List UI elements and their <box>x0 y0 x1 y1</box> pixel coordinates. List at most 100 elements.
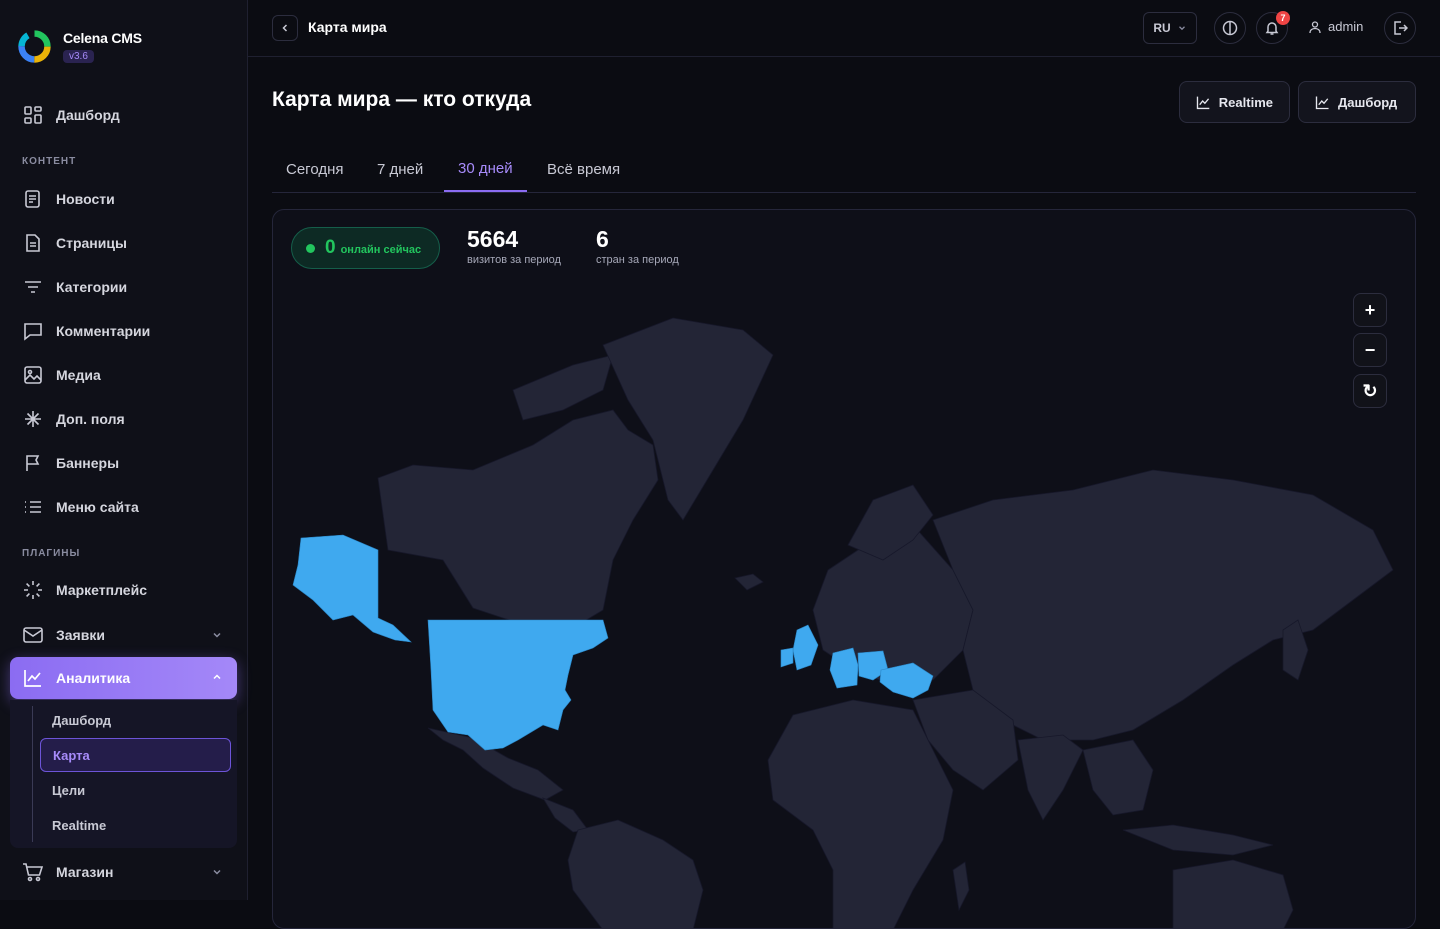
region-south-america[interactable] <box>567 819 704 929</box>
sidebar-item-extra-fields[interactable]: Доп. поля <box>10 399 237 439</box>
region-central-america[interactable] <box>542 797 589 833</box>
news-icon <box>22 188 44 210</box>
online-count: 0 <box>325 237 336 258</box>
tab-30-days[interactable]: 30 дней <box>444 146 527 192</box>
submenu-item-dashboard[interactable]: Дашборд <box>40 703 231 737</box>
chevron-down-icon <box>211 628 223 644</box>
sidebar-item-pages[interactable]: Страницы <box>10 223 237 263</box>
spinner-icon <box>22 579 44 601</box>
sidebar-item-label: Заявки <box>56 627 105 643</box>
sidebar-item-site-menu[interactable]: Меню сайта <box>10 487 237 527</box>
region-russia-asia[interactable] <box>932 469 1394 741</box>
submenu-item-map[interactable]: Карта <box>40 738 231 772</box>
sidebar-item-marketplace[interactable]: Маркетплейс <box>10 570 237 610</box>
sidebar-item-comments[interactable]: Комментарии <box>10 311 237 351</box>
stat-visits: 5664 визитов за период <box>467 226 561 266</box>
submenu-line <box>32 706 33 842</box>
region-indonesia[interactable] <box>1122 824 1274 856</box>
back-button[interactable] <box>272 15 298 41</box>
online-now-badge: 0 онлайн сейчас <box>291 227 440 269</box>
submenu-item-goals[interactable]: Цели <box>40 773 231 807</box>
sidebar-item-label: Категории <box>56 279 128 295</box>
region-madagascar[interactable] <box>952 861 970 912</box>
countries-label: стран за период <box>596 254 679 266</box>
reset-zoom-button[interactable]: ↻ <box>1353 374 1387 408</box>
theme-toggle-button[interactable] <box>1214 12 1246 44</box>
list-icon <box>22 496 44 518</box>
region-southeast-asia[interactable] <box>1082 739 1154 816</box>
comment-icon <box>22 320 44 342</box>
username: admin <box>1328 19 1364 34</box>
countries-value: 6 <box>596 226 609 252</box>
mail-icon <box>22 624 44 646</box>
world-map[interactable] <box>273 270 1416 929</box>
sidebar-item-label: Страницы <box>56 235 127 251</box>
sidebar-item-shop[interactable]: Магазин <box>10 852 237 892</box>
sidebar-item-label: Доп. поля <box>56 411 125 427</box>
tab-today[interactable]: Сегодня <box>272 146 358 192</box>
country-united-kingdom[interactable] <box>792 624 819 671</box>
language-select[interactable]: RU <box>1143 12 1197 44</box>
brand-name: Celena CMS <box>63 29 142 46</box>
stat-countries: 6 стран за период <box>596 226 679 266</box>
topbar: Карта мира RU 7 admin <box>248 0 1440 57</box>
chevron-up-icon <box>211 670 223 686</box>
sidebar-item-banners[interactable]: Баннеры <box>10 443 237 483</box>
sidebar-item-label: Баннеры <box>56 455 120 471</box>
page-title: Карта мира — кто откуда <box>272 88 532 111</box>
tab-all-time[interactable]: Всё время <box>533 146 634 192</box>
zoom-out-button[interactable]: − <box>1353 333 1387 367</box>
sidebar-item-news[interactable]: Новости <box>10 179 237 219</box>
brand-logo[interactable]: Celena CMS v3.6 <box>16 28 142 65</box>
contrast-icon <box>1222 20 1238 36</box>
country-germany[interactable] <box>829 647 859 689</box>
zoom-in-button[interactable]: + <box>1353 293 1387 327</box>
country-canada-islands[interactable] <box>512 354 614 421</box>
sidebar: Celena CMS v3.6 Дашборд КОНТЕНТ Новости … <box>0 0 248 900</box>
chart-line-icon <box>1196 96 1210 109</box>
region-africa[interactable] <box>767 699 954 929</box>
topbar-title: Карта мира <box>308 19 387 35</box>
country-canada[interactable] <box>377 409 659 631</box>
version-badge: v3.6 <box>63 49 94 63</box>
chart-line-icon <box>22 667 44 689</box>
chevron-down-icon <box>211 865 223 881</box>
period-tabs: Сегодня 7 дней 30 дней Всё время <box>272 146 1416 193</box>
realtime-button[interactable]: Realtime <box>1179 81 1290 123</box>
section-label-plugins: ПЛАГИНЫ <box>22 548 81 559</box>
map-card: 0 онлайн сейчас 5664 визитов за период 6… <box>272 209 1416 929</box>
sidebar-item-media[interactable]: Медиа <box>10 355 237 395</box>
sidebar-item-label: Маркетплейс <box>56 582 147 598</box>
sidebar-item-dashboard[interactable]: Дашборд <box>10 95 237 135</box>
sidebar-item-label: Комментарии <box>56 323 151 339</box>
submenu-item-realtime[interactable]: Realtime <box>40 808 231 842</box>
grid-icon <box>22 104 44 126</box>
country-united-states[interactable] <box>427 619 609 751</box>
user-menu[interactable]: admin <box>1308 19 1363 34</box>
region-india[interactable] <box>1017 734 1084 821</box>
notifications-button[interactable]: 7 <box>1256 11 1290 44</box>
sidebar-item-requests[interactable]: Заявки <box>10 615 237 655</box>
pages-icon <box>22 232 44 254</box>
visits-label: визитов за период <box>467 254 561 266</box>
logout-icon <box>1394 21 1408 35</box>
country-ireland[interactable] <box>780 647 794 668</box>
logout-button[interactable] <box>1384 12 1416 44</box>
online-dot-icon <box>306 243 315 253</box>
dashboard-button[interactable]: Дашборд <box>1298 81 1416 123</box>
visits-value: 5664 <box>467 226 519 252</box>
sidebar-item-label: Новости <box>56 191 115 207</box>
user-icon <box>1309 20 1321 33</box>
flag-icon <box>22 452 44 474</box>
asterisk-icon <box>22 408 44 430</box>
chevron-down-icon <box>1178 26 1185 31</box>
country-iceland[interactable] <box>734 573 764 591</box>
sidebar-item-label: Дашборд <box>56 107 120 123</box>
country-australia[interactable] <box>1172 859 1294 929</box>
celena-logo-icon <box>18 30 51 63</box>
sidebar-item-analytics[interactable]: Аналитика <box>10 657 237 699</box>
sidebar-item-label: Медиа <box>56 367 101 383</box>
sidebar-item-categories[interactable]: Категории <box>10 267 237 307</box>
tab-7-days[interactable]: 7 дней <box>363 146 437 192</box>
notification-badge: 7 <box>1276 11 1290 25</box>
